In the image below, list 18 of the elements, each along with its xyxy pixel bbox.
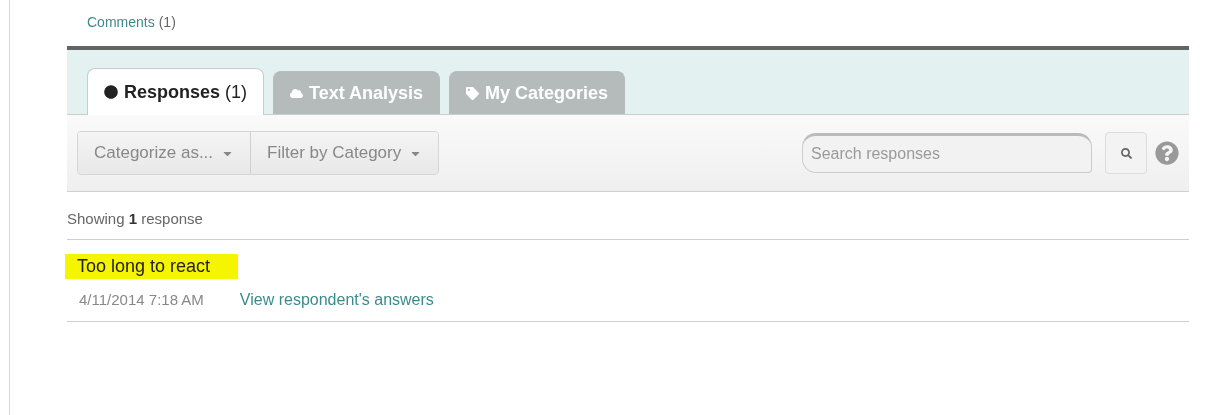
tab[interactable]: My Categories: [449, 71, 626, 114]
tag-icon: [466, 86, 480, 100]
search-field[interactable]: Search responses: [802, 133, 1092, 173]
help-icon[interactable]: [1155, 141, 1179, 165]
bubble-icon: [104, 85, 118, 99]
search-button[interactable]: [1105, 132, 1147, 174]
search-icon: [1120, 147, 1132, 159]
dropdown-button[interactable]: Categorize as...: [78, 132, 251, 174]
tab[interactable]: Responses (1): [87, 68, 265, 115]
comments-count: (1): [158, 14, 176, 32]
respondent-answers-link[interactable]: View respondent's answers: [239, 291, 434, 309]
response-count: Showing 1 response: [67, 192, 1189, 240]
dropdown-button[interactable]: Filter by Category: [250, 132, 439, 174]
response-date: 4/11/2014 7:18 AM: [79, 291, 204, 309]
tab[interactable]: Text Analysis: [273, 71, 441, 114]
response-text: Too long to react: [65, 254, 239, 279]
cloud-icon: [290, 86, 304, 100]
comments-link[interactable]: Comments: [87, 14, 155, 46]
